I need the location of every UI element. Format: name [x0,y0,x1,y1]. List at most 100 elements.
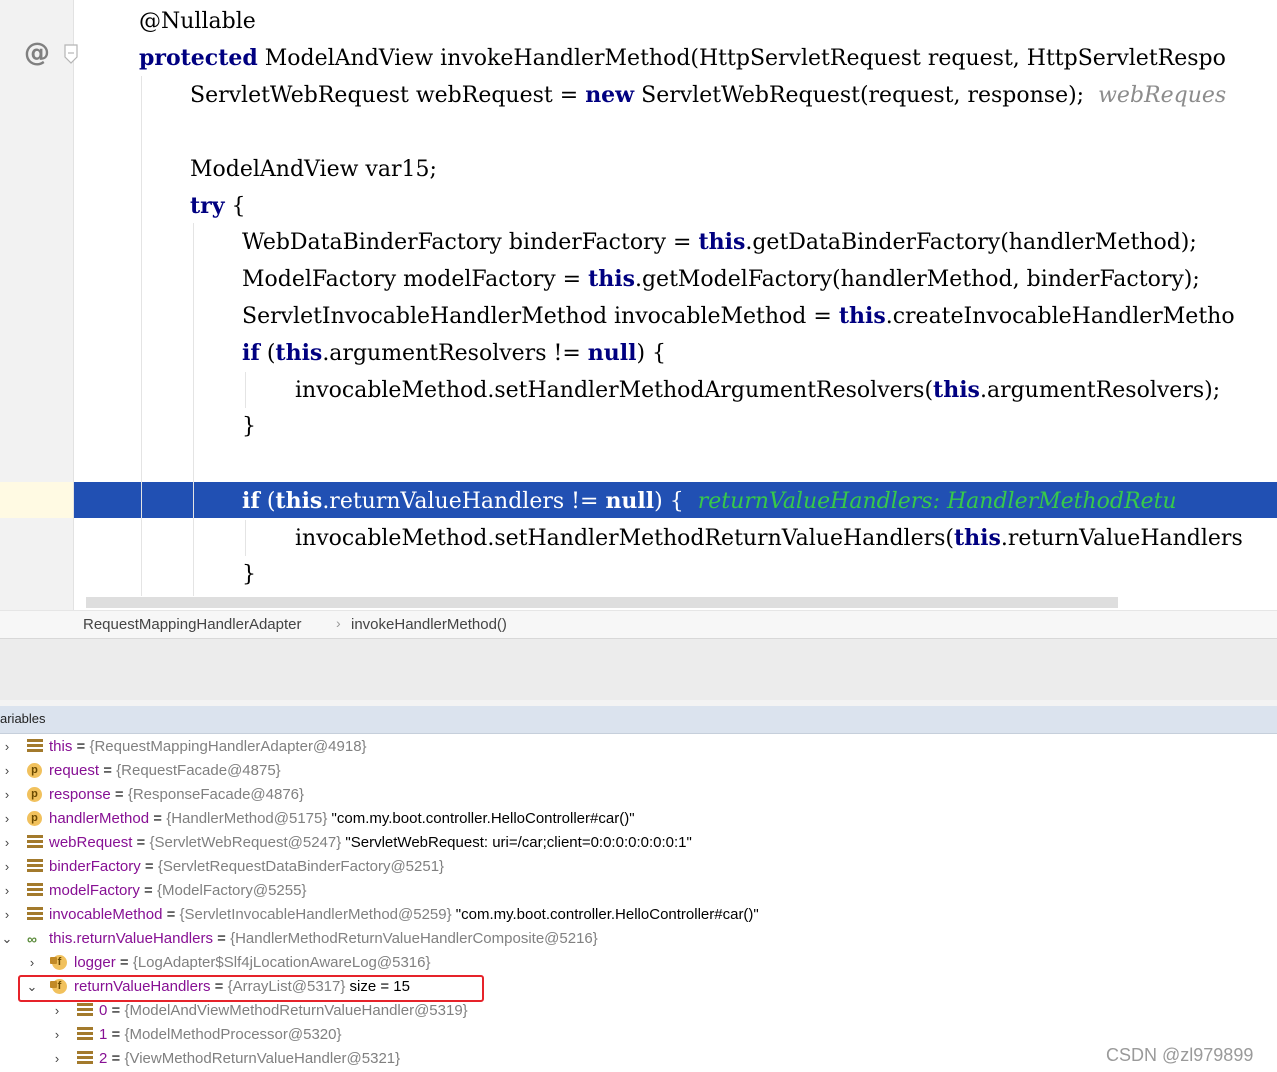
variable-row[interactable]: › webRequest = {ServletWebRequest@5247} "… [0,831,1277,855]
variable-row[interactable]: › p response = {ResponseFacade@4876} [0,783,1277,807]
indent-guide [245,372,246,408]
variable-row[interactable]: › this = {RequestMappingHandlerAdapter@49… [0,735,1277,759]
variable-string-value: "ServletWebRequest: uri=/car;client=0:0:… [341,834,692,851]
list-icon [77,1003,93,1019]
fold-marker-icon[interactable] [64,44,78,64]
list-icon [27,883,43,899]
code-token: .argumentResolvers != [322,341,588,366]
code-line[interactable]: } [242,556,256,593]
variable-value: {ModelAndViewMethodReturnValueHandler@53… [124,1002,468,1019]
chevron-right-icon[interactable]: › [0,807,14,831]
variable-name: modelFactory [49,882,140,899]
code-line[interactable]: ServletInvocableHandlerMethod invocableM… [242,298,1235,335]
code-line[interactable]: try { [190,188,246,225]
variable-row[interactable]: › invocableMethod = {ServletInvocableHand… [0,903,1277,927]
chevron-right-icon[interactable]: › [0,903,14,927]
list-icon [27,739,43,755]
variable-name: this [49,738,73,755]
indent-guide [193,223,194,596]
watermark: CSDN @zl979899 [1106,1045,1254,1065]
code-token: .returnValueHandlers [1000,526,1243,551]
variable-name: request [49,762,100,779]
parameter-icon: p [27,787,42,802]
code-token: ) { [636,341,667,366]
execution-point-gutter [0,482,73,518]
chevron-right-icon[interactable]: › [0,879,14,903]
code-token: } [242,414,256,439]
variable-value: {HandlerMethodReturnValueHandlerComposit… [230,930,598,947]
chevron-down-icon[interactable]: ⌄ [0,927,14,951]
code-line[interactable]: ModelFactory modelFactory = this.getMode… [242,261,1200,298]
breadcrumb: RequestMappingHandlerAdapter › invokeHan… [0,610,1277,639]
code-keyword: protected [139,45,258,71]
code-keyword: this [953,525,1001,551]
code-line[interactable]: if (this.argumentResolvers != null) { [242,335,666,372]
code-line[interactable]: protected ModelAndView invokeHandlerMeth… [139,40,1226,77]
code-token: .getModelFactory(handlerMethod, binderFa… [634,267,1200,292]
variable-row[interactable]: › 0 = {ModelAndViewMethodReturnValueHandl… [0,999,1277,1023]
horizontal-scrollbar[interactable] [86,597,1118,608]
variable-value: {ServletWebRequest@5247} [149,834,342,851]
variable-row[interactable]: › 1 = {ModelMethodProcessor@5320} [0,1023,1277,1047]
chevron-right-icon[interactable]: › [0,831,14,855]
chevron-right-icon[interactable]: › [0,759,14,783]
code-line[interactable]: invocableMethod.setHandlerMethodArgument… [295,372,1220,409]
variable-row[interactable]: › p request = {RequestFacade@4875} [0,759,1277,783]
code-keyword: this [275,340,323,366]
code-line[interactable]: if (this.returnValueHandlers != null) { … [242,483,1177,520]
annotation-highlight-box [18,975,484,1002]
variable-value: {ServletInvocableHandlerMethod@5259} [179,906,452,923]
override-marker-icon[interactable]: @ [24,38,50,68]
variable-name: response [49,786,111,803]
code-line[interactable]: invocableMethod.setHandlerMethodReturnVa… [295,520,1243,557]
equals-sign: = [115,954,133,971]
variable-value: {RequestFacade@4875} [116,762,281,779]
parameter-icon: p [27,811,42,826]
chevron-right-icon[interactable]: › [50,1023,64,1047]
code-keyword: if [242,340,260,366]
breadcrumb-item-class[interactable]: RequestMappingHandlerAdapter [83,616,301,633]
variable-row[interactable]: › p handlerMethod = {HandlerMethod@5175} "… [0,807,1277,831]
code-line[interactable]: @Nullable [139,3,256,40]
variable-row[interactable]: › f logger = {LogAdapter$Slf4jLocationAwar… [0,951,1277,975]
list-icon [77,1051,93,1067]
code-line[interactable]: ServletWebRequest webRequest = new Servl… [190,77,1226,114]
code-token: ServletWebRequest(request, response); [634,83,1099,108]
variable-name: handlerMethod [49,810,150,827]
equals-sign: = [107,1002,125,1019]
variable-row[interactable]: › binderFactory = {ServletRequestDataBind… [0,855,1277,879]
variable-value: {RequestMappingHandlerAdapter@4918} [89,738,367,755]
chevron-right-icon[interactable]: › [0,783,14,807]
code-keyword: try [190,193,225,219]
code-token: invocableMethod.setHandlerMethodArgument… [295,378,934,403]
chevron-right-icon[interactable]: › [50,999,64,1023]
variable-row[interactable]: › 2 = {ViewMethodReturnValueHandler@5321} [0,1047,1277,1071]
code-line[interactable]: ModelAndView var15; [190,151,437,188]
list-icon [27,907,43,923]
equals-sign: = [72,738,90,755]
code-line[interactable]: } [242,408,256,445]
chevron-right-icon[interactable]: › [50,1047,64,1071]
variable-name: binderFactory [49,858,141,875]
breadcrumb-separator-icon: › [336,615,341,631]
variable-value: {ResponseFacade@4876} [127,786,305,803]
variable-row[interactable]: ⌄ ∞ this.returnValueHandlers = {HandlerMet… [0,927,1277,951]
indent-guide [141,76,142,596]
code-token: { [224,194,246,219]
code-editor[interactable]: @ @Nullable protected ModelAndView invoke… [0,0,1277,610]
breadcrumb-item-method[interactable]: invokeHandlerMethod() [351,616,507,633]
chevron-right-icon[interactable]: › [25,951,39,975]
editor-gutter[interactable]: @ [0,0,78,610]
equals-sign: = [132,834,150,851]
variable-name: this.returnValueHandlers [49,930,213,947]
variable-value: {ViewMethodReturnValueHandler@5321} [124,1050,401,1067]
code-token: .createInvocableHandlerMetho [885,304,1235,329]
code-line[interactable]: WebDataBinderFactory binderFactory = thi… [242,224,1197,261]
code-keyword: new [585,82,635,108]
equals-sign: = [212,930,231,947]
variables-panel-title: ariables [0,711,46,726]
chevron-right-icon[interactable]: › [0,855,14,879]
code-token: ) { [654,489,698,514]
variable-row[interactable]: › modelFactory = {ModelFactory@5255} [0,879,1277,903]
chevron-right-icon[interactable]: › [0,735,14,759]
